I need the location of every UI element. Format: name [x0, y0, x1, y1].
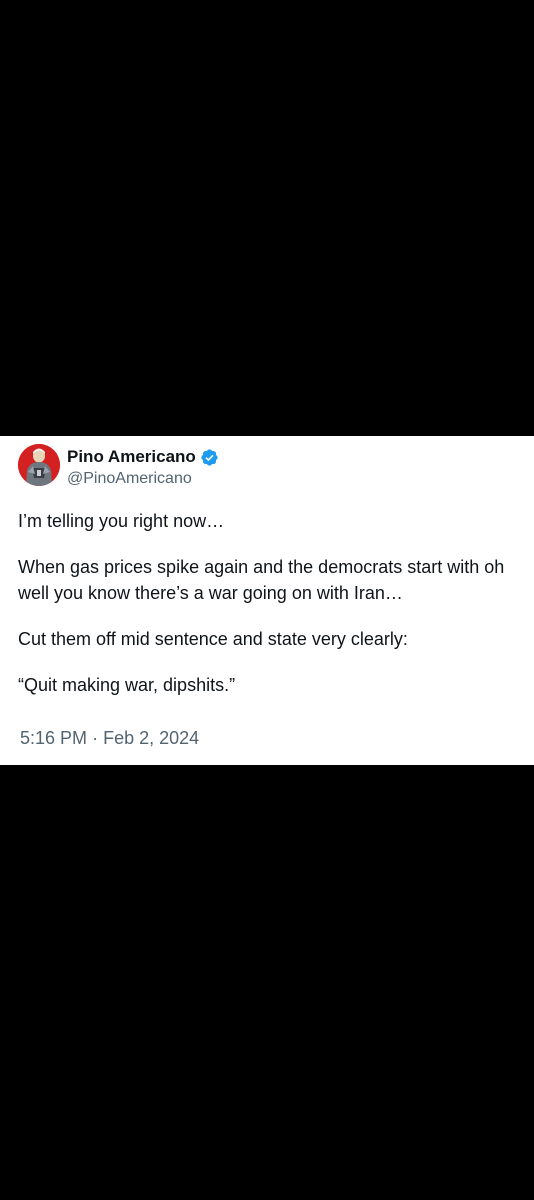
name-row: Pino Americano [67, 446, 219, 468]
screenshot-page: Pino Americano @PinoAmericano I’m tellin… [0, 0, 534, 1200]
tweet-paragraph: When gas prices spike again and the demo… [18, 557, 505, 603]
avatar[interactable] [18, 444, 60, 486]
tweet-paragraph: I’m telling you right now… [18, 511, 225, 531]
tweet-paragraph: Cut them off mid sentence and state very… [18, 629, 408, 649]
tweet-text: I’m telling you right now… When gas pric… [18, 508, 518, 718]
tweet-paragraph: “Quit making war, dipshits.” [18, 675, 236, 695]
author-names: Pino Americano @PinoAmericano [67, 446, 219, 488]
author-display-name[interactable]: Pino Americano [67, 447, 196, 467]
verified-badge-icon [200, 448, 219, 467]
author-handle[interactable]: @PinoAmericano [67, 470, 219, 488]
avatar-illustration [18, 444, 60, 486]
tweet-timestamp[interactable]: 5:16 PM · Feb 2, 2024 [20, 728, 199, 749]
tweet-header: Pino Americano @PinoAmericano [18, 444, 219, 488]
timestamp-separator: · [92, 728, 99, 748]
tweet-time: 5:16 PM [20, 728, 88, 748]
tweet-card: Pino Americano @PinoAmericano I’m tellin… [0, 436, 534, 765]
tweet-date: Feb 2, 2024 [103, 728, 200, 748]
